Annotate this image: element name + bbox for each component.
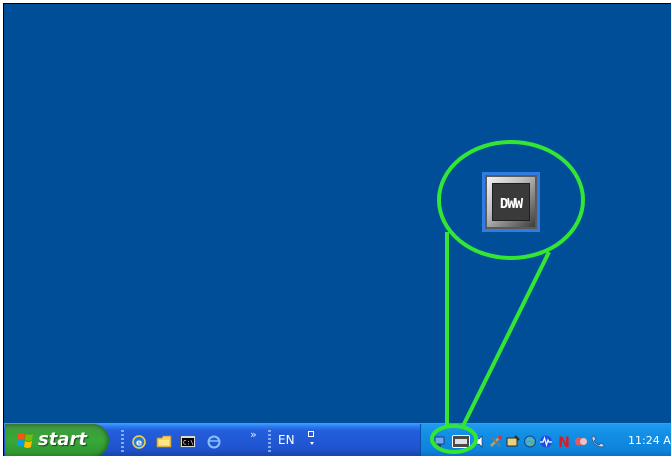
globe-icon[interactable]	[523, 435, 537, 448]
dww-icon-label: DWW	[499, 197, 523, 212]
svg-text:C:\: C:\	[183, 440, 194, 447]
dww-enlarged-icon: DWW	[482, 172, 540, 232]
quick-launch-overflow-chevron[interactable]: »	[250, 428, 257, 441]
language-indicator[interactable]: EN	[278, 433, 295, 447]
folder-icon[interactable]	[156, 434, 172, 449]
windows-flag-icon	[17, 433, 33, 448]
language-bar-grip[interactable]	[268, 430, 271, 452]
svg-text:N: N	[558, 435, 570, 448]
taskbar-clock[interactable]: 11:24 AM	[628, 434, 671, 447]
ie-icon[interactable]: e	[131, 434, 147, 449]
start-button[interactable]: start	[5, 424, 109, 456]
wave-icon[interactable]	[539, 435, 553, 448]
language-options-icon[interactable]	[308, 431, 316, 447]
dww-icon[interactable]	[452, 435, 470, 448]
svg-text:e: e	[136, 439, 142, 449]
speaker-icon[interactable]	[475, 435, 483, 448]
dww-icon-face: DWW	[492, 183, 530, 221]
tools-icon[interactable]	[489, 435, 503, 448]
taskbar: start e C:\ » EN N 11:24 A	[4, 423, 671, 456]
ie-blue-icon[interactable]	[206, 434, 222, 449]
update-icon[interactable]	[574, 435, 588, 448]
scanner-icon[interactable]	[506, 435, 520, 448]
start-label: start	[38, 429, 87, 450]
dww-icon-bevel: DWW	[487, 177, 535, 227]
network-icon[interactable]	[433, 435, 447, 448]
desktop-background[interactable]: DWW	[4, 4, 671, 423]
screenshot-frame: DWW start e C:\ » EN N 11:24 A	[3, 3, 671, 456]
command-prompt-icon[interactable]: C:\	[180, 434, 196, 449]
n-icon[interactable]: N	[557, 435, 571, 448]
phone-icon[interactable]	[591, 435, 605, 448]
quick-launch-grip[interactable]	[121, 430, 124, 452]
